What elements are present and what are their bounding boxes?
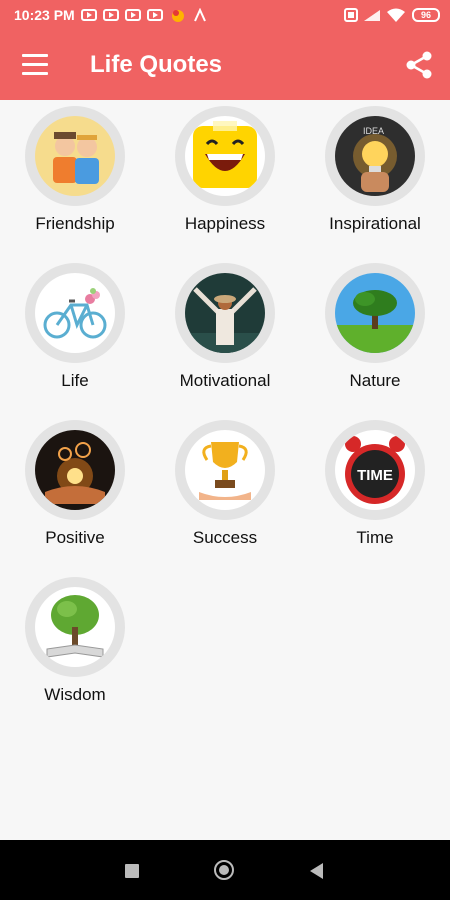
signal-icon (364, 10, 380, 21)
category-grid: Friendship Happiness IDEA Inspirational … (0, 100, 450, 840)
bicycle-icon (35, 273, 115, 353)
battery-level: 96 (420, 10, 431, 20)
svg-text:TIME: TIME (357, 467, 393, 484)
category-label: Happiness (184, 214, 266, 233)
category-label: Success (192, 528, 258, 547)
category-icon-ring (325, 263, 425, 363)
youtube-notification-icon (124, 9, 141, 21)
category-nature[interactable]: Nature (300, 257, 450, 407)
category-label: Positive (45, 528, 105, 547)
status-time: 10:23 PM (14, 7, 75, 23)
category-icon-ring (25, 577, 125, 677)
category-icon-ring: TIME (325, 420, 425, 520)
tree-landscape-icon (335, 273, 415, 353)
category-icon-ring (175, 420, 275, 520)
battery-indicator: 96 (412, 8, 440, 22)
category-icon-ring (175, 106, 275, 206)
app-notification-icon (171, 10, 184, 22)
category-label: Time (356, 528, 394, 547)
status-bar: 10:23 PM 96 (0, 0, 450, 30)
category-label: Friendship (35, 214, 115, 233)
category-wisdom[interactable]: Wisdom (0, 571, 150, 721)
youtube-notification-icon (80, 9, 97, 21)
home-button[interactable] (214, 860, 234, 880)
share-icon[interactable] (404, 50, 434, 80)
category-label: Inspirational (329, 214, 421, 233)
category-label: Nature (349, 371, 401, 390)
back-button[interactable] (310, 863, 323, 879)
youtube-notification-icon (102, 9, 119, 21)
tree-book-icon (35, 587, 115, 667)
category-icon-ring (25, 420, 125, 520)
category-friendship[interactable]: Friendship (0, 100, 150, 250)
notification-a-icon (193, 8, 206, 22)
wifi-icon (387, 8, 405, 22)
category-icon-ring (25, 263, 125, 363)
category-positive[interactable]: Positive (0, 414, 150, 564)
category-label: Motivational (179, 371, 271, 390)
category-label: Life (61, 371, 89, 390)
category-motivational[interactable]: Motivational (150, 257, 300, 407)
lightbulb-icon: IDEA (335, 116, 415, 196)
glowing-hands-icon (35, 430, 115, 510)
page-title: Life Quotes (90, 51, 223, 78)
smiley-face-icon (185, 116, 265, 196)
category-label: Wisdom (44, 685, 106, 704)
category-inspirational[interactable]: IDEA Inspirational (300, 100, 450, 250)
category-icon-ring: IDEA (325, 106, 425, 206)
recent-apps-button[interactable] (125, 864, 139, 878)
app-bar: Life Quotes (0, 30, 450, 100)
youtube-notification-icon (146, 9, 163, 21)
category-happiness[interactable]: Happiness (150, 100, 300, 250)
category-success[interactable]: Success (150, 414, 300, 564)
category-icon-ring (175, 263, 275, 363)
category-time[interactable]: TIME Time (300, 414, 450, 564)
alarm-clock-icon: TIME (335, 430, 415, 510)
hamburger-menu-icon[interactable] (22, 54, 48, 76)
trophy-icon (185, 430, 265, 510)
sim-icon (344, 8, 358, 22)
friends-icon (35, 116, 115, 196)
category-life[interactable]: Life (0, 257, 150, 407)
svg-text:IDEA: IDEA (363, 126, 384, 136)
person-arms-raised-icon (185, 273, 265, 353)
system-nav-bar (0, 840, 450, 900)
category-icon-ring (25, 106, 125, 206)
